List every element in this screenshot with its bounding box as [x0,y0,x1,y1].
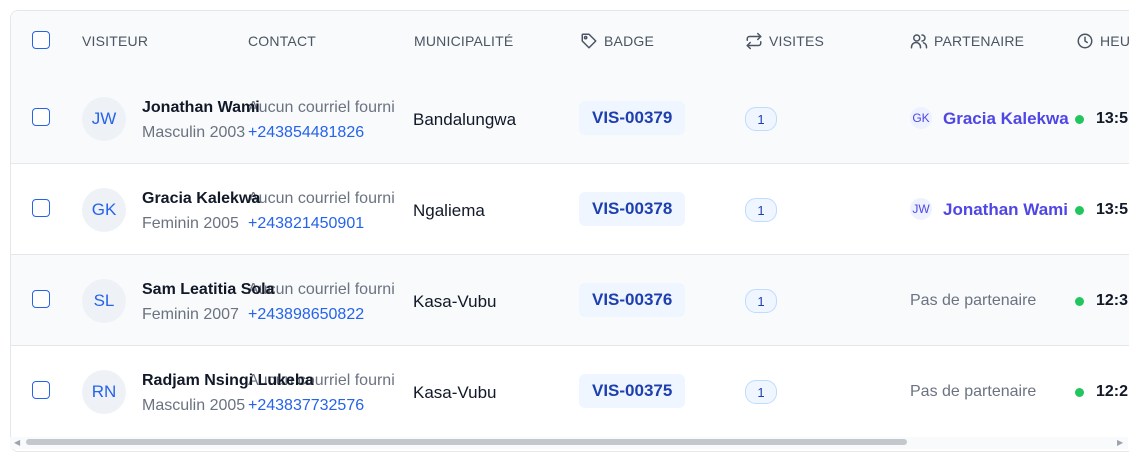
no-partner-text: Pas de partenaire [910,292,1037,309]
municipality: Ngaliema [413,201,485,220]
select-all-checkbox[interactable] [32,31,50,49]
badge-code[interactable]: VIS-00376 [579,283,686,317]
table-header: VISITEUR CONTACT MUNICIPALITÉ BADGE VISI… [11,11,1129,74]
status-dot [1075,388,1084,397]
avatar: JW [82,97,126,141]
visitor-details: Masculin 2003 [142,124,246,141]
table-row[interactable]: JW Aucun courriel fourni Jonathan Wami M… [11,73,1129,164]
tag-icon [581,33,597,49]
badge-code[interactable]: VIS-00375 [579,374,686,408]
visit-time: 12:3 [1096,292,1129,309]
visits-count: 1 [745,107,777,131]
municipality: Kasa-Vubu [413,292,497,311]
visitor-name[interactable]: Jonathan Wami [142,99,260,117]
visitor-name[interactable]: Radjam Nsingi Lukeba [142,372,314,390]
status-dot [1075,297,1084,306]
no-partner-text: Pas de partenaire [910,383,1037,400]
visitor-details: Feminin 2007 [142,306,239,323]
header-visits[interactable]: VISITES [769,33,824,49]
header-visitor[interactable]: VISITEUR [82,33,148,49]
row-checkbox[interactable] [32,199,50,217]
municipality: Bandalungwa [413,110,517,129]
partner-name[interactable]: Gracia Kalekwa [943,109,1069,129]
visitor-phone[interactable]: +243854481826 [248,124,364,142]
scrollbar-thumb[interactable] [26,439,907,445]
scroll-right-icon[interactable]: ▶ [1117,438,1123,447]
table-row[interactable]: GK Aucun courriel fourni Gracia Kalekwa … [11,164,1129,255]
users-icon [910,34,928,49]
visit-time: 12:2 [1096,383,1129,400]
partner-avatar: JW [910,198,932,220]
visitor-details: Masculin 2005 [142,397,246,414]
visitor-email: Aucun courriel fourni [248,99,395,116]
badge-code[interactable]: VIS-00378 [579,192,686,226]
table-row[interactable]: RN Aucun courriel fourni Radjam Nsingi L… [11,346,1129,436]
row-checkbox[interactable] [32,108,50,126]
visitor-phone[interactable]: +243821450901 [248,215,364,233]
avatar: SL [82,279,126,323]
visitor-phone[interactable]: +243837732576 [248,397,364,415]
visit-time: 13:5 [1096,201,1129,218]
visits-count: 1 [745,380,777,404]
header-municipality[interactable]: MUNICIPALITÉ [414,33,513,49]
visitor-details: Feminin 2005 [142,215,239,232]
header-badge[interactable]: BADGE [604,33,654,49]
partner-name[interactable]: Jonathan Wami [943,200,1068,220]
scroll-left-icon[interactable]: ◀ [14,438,20,447]
header-contact[interactable]: CONTACT [248,33,316,49]
visitor-phone[interactable]: +243898650822 [248,306,364,324]
row-checkbox[interactable] [32,381,50,399]
clock-icon [1077,33,1093,49]
avatar: RN [82,370,126,414]
visits-count: 1 [745,289,777,313]
status-dot [1075,115,1084,124]
header-partner[interactable]: PARTENAIRE [934,33,1024,49]
visitor-name[interactable]: Sam Leatitia Sola [142,281,275,299]
partner-avatar: GK [910,107,932,129]
row-checkbox[interactable] [32,290,50,308]
status-dot [1075,206,1084,215]
header-hour[interactable]: HEU [1100,33,1129,49]
visits-count: 1 [745,198,777,222]
avatar: GK [82,188,126,232]
visitor-email: Aucun courriel fourni [248,190,395,207]
badge-code[interactable]: VIS-00379 [579,101,686,135]
municipality: Kasa-Vubu [413,383,497,402]
visit-time: 13:5 [1096,110,1129,127]
table-row[interactable]: SL Aucun courriel fourni Sam Leatitia So… [11,255,1129,346]
visitor-name[interactable]: Gracia Kalekwa [142,190,260,208]
visitors-table: VISITEUR CONTACT MUNICIPALITÉ BADGE VISI… [10,10,1129,452]
repeat-arrows-icon [746,32,762,50]
